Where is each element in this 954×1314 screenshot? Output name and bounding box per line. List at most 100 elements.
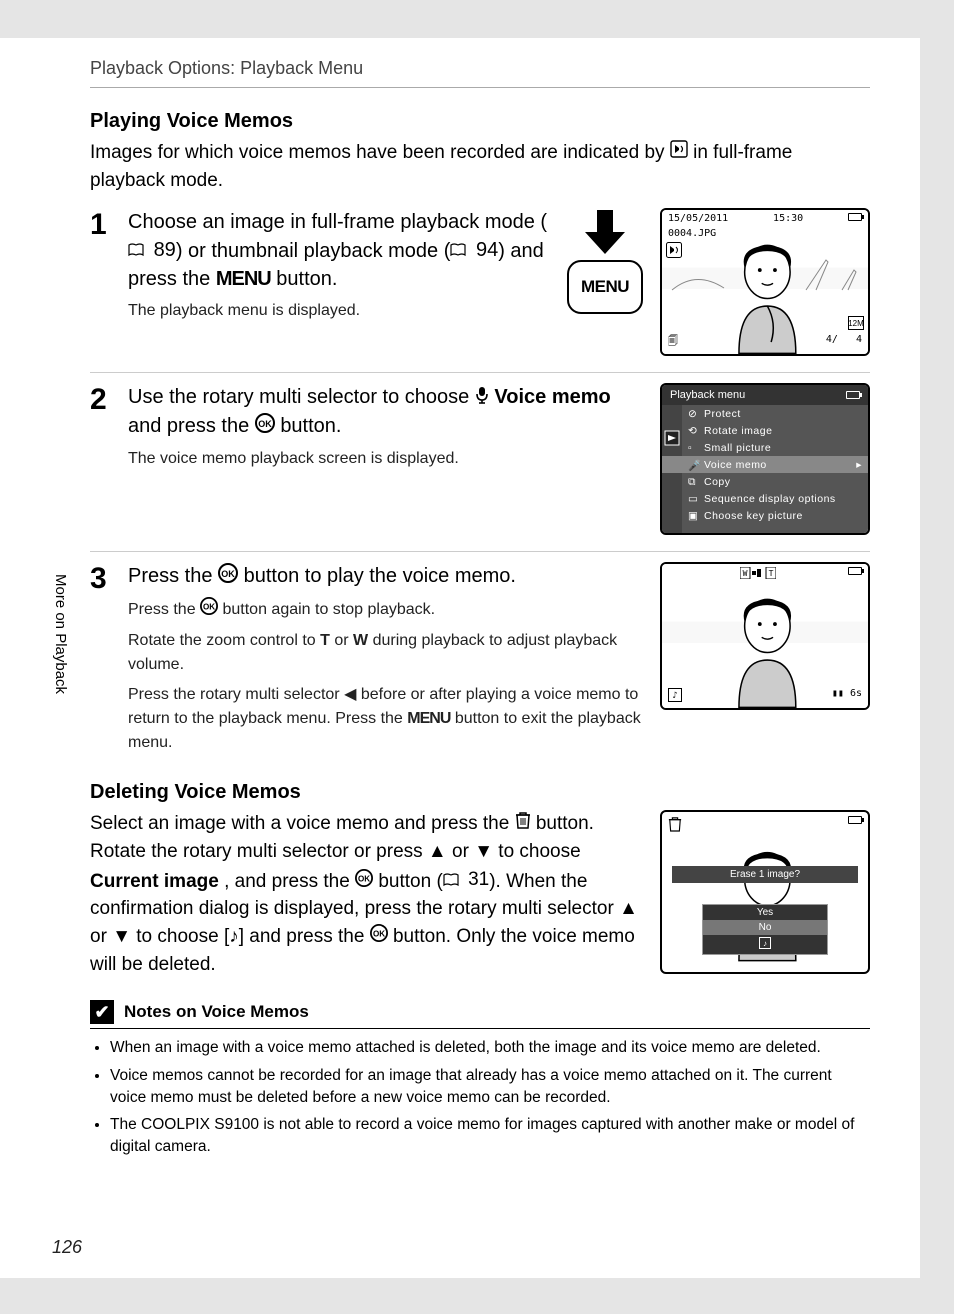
step-1-number: 1 [90, 210, 128, 240]
header-rule [90, 87, 870, 88]
step-2-instruction: Use the rotary multi selector to choose … [128, 383, 648, 440]
step-1-instruction: Choose an image in full-frame playback m… [128, 208, 548, 293]
lcd-time: 15:30 [773, 213, 803, 224]
step-1: 1 Choose an image in full-frame playback… [90, 208, 870, 373]
protect-icon: ⊘ [688, 408, 700, 420]
page-ref-icon: 89 [128, 236, 176, 264]
menu-word: MENU [216, 268, 271, 290]
key-picture-icon: ▣ [688, 510, 700, 522]
note-3: The COOLPIX S9100 is not able to record … [110, 1114, 870, 1157]
step-2-sub: The voice memo playback screen is displa… [128, 447, 648, 471]
page-body: Playback Options: Playback Menu Playing … [0, 38, 920, 1278]
check-badge-icon: ✔ [90, 1000, 114, 1024]
menu-item-rotate: ⟲Rotate image [662, 422, 868, 439]
voice-file-icon: ♪ [668, 688, 682, 705]
step-3: 3 Press the OK button to play the voice … [90, 562, 870, 771]
note-2: Voice memos cannot be recorded for an im… [110, 1065, 870, 1108]
battery-icon [848, 816, 862, 824]
lcd-voice-playback: WT ♪ ▮▮ 6s [660, 562, 870, 710]
notes-section: ✔ Notes on Voice Memos When an image wit… [90, 1000, 870, 1157]
ok-button-icon: OK [255, 413, 275, 441]
svg-text:T: T [769, 569, 774, 578]
svg-text:♪: ♪ [763, 939, 767, 948]
step-3-sub3: Press the rotary multi selector ◀ before… [128, 683, 648, 755]
lcd-erase-dialog: Erase 1 image? Yes No ♪ [660, 810, 870, 974]
battery-icon [848, 567, 862, 575]
menu-item-copy: ⧉Copy [662, 473, 868, 490]
page-ref-icon: 94 [450, 236, 498, 264]
down-triangle-icon: ▼ [474, 838, 493, 866]
option-voice-only: ♪ [703, 935, 827, 954]
rotate-icon: ⟲ [688, 425, 700, 437]
lcd-date: 15/05/2011 [668, 213, 728, 224]
step-3-sub2: Rotate the zoom control to T or W during… [128, 629, 648, 677]
option-yes: Yes [703, 905, 827, 920]
svg-text:OK: OK [203, 603, 215, 612]
memo-flag-icon: 🗐 [668, 334, 678, 351]
sidebar-label: More on Playback [52, 574, 69, 694]
deleting-paragraph: Select an image with a voice memo and pr… [90, 810, 646, 978]
ok-button-icon: OK [370, 923, 388, 951]
intro-text-a: Images for which voice memos have been r… [90, 142, 670, 163]
svg-text:♪: ♪ [672, 691, 677, 701]
ok-button-icon: OK [218, 563, 238, 591]
menu-word: MENU [407, 710, 450, 727]
microphone-icon: 🎤 [688, 459, 700, 471]
chevron-right-icon: ▸ [856, 459, 862, 471]
svg-text:W: W [743, 569, 748, 578]
copy-icon: ⧉ [688, 476, 700, 488]
menu-item-keypic: ▣Choose key picture [662, 507, 868, 524]
down-triangle-icon: ▼ [112, 923, 131, 951]
volume-indicator-icon: WT [740, 567, 776, 579]
section-playing-title: Playing Voice Memos [90, 110, 870, 133]
menu-title: Playback menu [670, 389, 745, 401]
notes-title: Notes on Voice Memos [124, 1002, 309, 1022]
trash-icon [668, 816, 682, 835]
down-arrow-icon [583, 208, 627, 256]
lcd-filename: 0004.JPG [668, 228, 716, 239]
battery-icon [846, 391, 860, 399]
scenery-illustration [666, 240, 866, 300]
erase-options: Yes No ♪ [702, 904, 828, 955]
ok-button-icon: OK [355, 868, 373, 896]
music-note-icon: ♪ [229, 923, 239, 951]
trash-icon [515, 810, 531, 838]
voice-memo-indicator-icon [670, 139, 688, 167]
step-2: 2 Use the rotary multi selector to choos… [90, 383, 870, 552]
step-1-sub: The playback menu is displayed. [128, 299, 548, 323]
menu-item-small: ▫Small picture [662, 439, 868, 456]
microphone-icon [475, 384, 489, 412]
svg-text:OK: OK [358, 874, 370, 883]
lcd-playback-menu: Playback menu ⊘Protect ⟲Rotate image ▫Sm… [660, 383, 870, 535]
lcd-timer: 6s [850, 688, 862, 699]
page-ref-icon: 31 [443, 866, 489, 894]
pause-icon: ▮▮ [832, 688, 844, 699]
voice-memo-label: Voice memo [494, 386, 610, 408]
option-no: No [703, 920, 827, 935]
up-triangle-icon: ▲ [619, 895, 638, 923]
small-picture-icon: ▫ [688, 442, 700, 454]
battery-icon [848, 213, 862, 221]
page-header: Playback Options: Playback Menu [90, 58, 870, 79]
svg-text:OK: OK [221, 569, 235, 579]
up-triangle-icon: ▲ [428, 838, 447, 866]
step-3-sub1: Press the OK button again to stop playba… [128, 597, 648, 623]
menu-button-diagram: MENU [560, 208, 650, 328]
page-number: 126 [52, 1237, 82, 1258]
menu-item-sequence: ▭Sequence display options [662, 490, 868, 507]
step-2-number: 2 [90, 385, 128, 415]
svg-text:OK: OK [258, 419, 272, 429]
erase-prompt: Erase 1 image? [672, 866, 858, 883]
note-1: When an image with a voice memo attached… [110, 1037, 870, 1059]
svg-text:OK: OK [373, 930, 385, 939]
section-playing-intro: Images for which voice memos have been r… [90, 139, 870, 194]
menu-button: MENU [567, 260, 643, 314]
sequence-icon: ▭ [688, 493, 700, 505]
step-3-number: 3 [90, 564, 128, 594]
ok-button-icon: OK [200, 597, 218, 623]
left-triangle-icon: ◀ [344, 683, 356, 707]
section-deleting-title: Deleting Voice Memos [90, 781, 870, 804]
svg-text:12M: 12M [848, 319, 864, 328]
menu-item-protect: ⊘Protect [662, 405, 868, 422]
lcd-photo-preview: 15/05/2011 15:30 0004.JPG [660, 208, 870, 356]
